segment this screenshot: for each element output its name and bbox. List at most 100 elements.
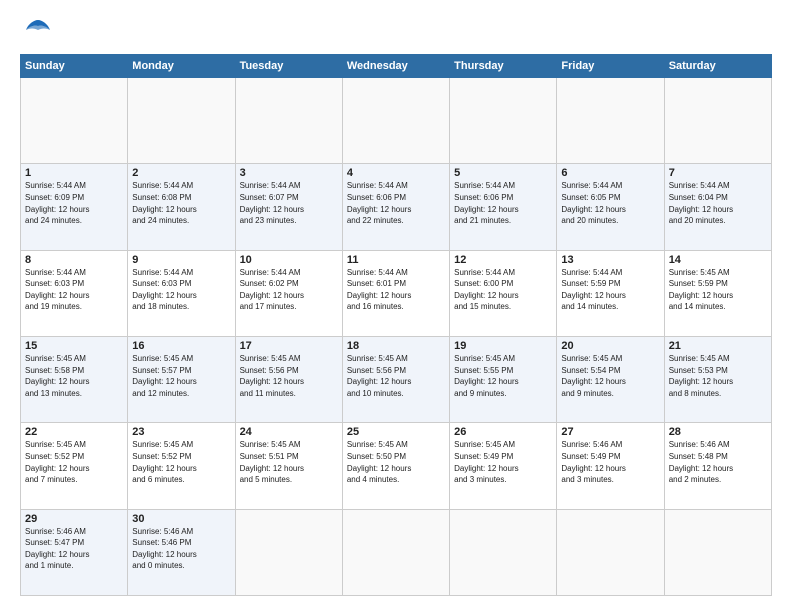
day-info: Sunrise: 5:44 AM Sunset: 6:08 PM Dayligh… xyxy=(132,180,230,226)
table-row: 10Sunrise: 5:44 AM Sunset: 6:02 PM Dayli… xyxy=(235,250,342,336)
day-number: 26 xyxy=(454,426,552,438)
table-row xyxy=(235,78,342,164)
logo xyxy=(20,16,52,44)
calendar-week-row xyxy=(21,78,772,164)
table-row: 25Sunrise: 5:45 AM Sunset: 5:50 PM Dayli… xyxy=(342,423,449,509)
day-number: 29 xyxy=(25,513,123,525)
table-row: 15Sunrise: 5:45 AM Sunset: 5:58 PM Dayli… xyxy=(21,336,128,422)
table-row: 8Sunrise: 5:44 AM Sunset: 6:03 PM Daylig… xyxy=(21,250,128,336)
table-row: 5Sunrise: 5:44 AM Sunset: 6:06 PM Daylig… xyxy=(450,164,557,250)
day-number: 3 xyxy=(240,167,338,179)
col-monday: Monday xyxy=(128,55,235,78)
day-number: 1 xyxy=(25,167,123,179)
col-wednesday: Wednesday xyxy=(342,55,449,78)
day-info: Sunrise: 5:44 AM Sunset: 6:04 PM Dayligh… xyxy=(669,180,767,226)
table-row: 16Sunrise: 5:45 AM Sunset: 5:57 PM Dayli… xyxy=(128,336,235,422)
table-row xyxy=(450,509,557,595)
table-row: 23Sunrise: 5:45 AM Sunset: 5:52 PM Dayli… xyxy=(128,423,235,509)
calendar-header-row: Sunday Monday Tuesday Wednesday Thursday… xyxy=(21,55,772,78)
calendar-week-row: 8Sunrise: 5:44 AM Sunset: 6:03 PM Daylig… xyxy=(21,250,772,336)
table-row: 30Sunrise: 5:46 AM Sunset: 5:46 PM Dayli… xyxy=(128,509,235,595)
day-number: 10 xyxy=(240,254,338,266)
day-info: Sunrise: 5:45 AM Sunset: 5:49 PM Dayligh… xyxy=(454,439,552,485)
day-number: 25 xyxy=(347,426,445,438)
table-row: 9Sunrise: 5:44 AM Sunset: 6:03 PM Daylig… xyxy=(128,250,235,336)
table-row xyxy=(664,509,771,595)
col-tuesday: Tuesday xyxy=(235,55,342,78)
col-friday: Friday xyxy=(557,55,664,78)
table-row xyxy=(557,509,664,595)
table-row: 2Sunrise: 5:44 AM Sunset: 6:08 PM Daylig… xyxy=(128,164,235,250)
table-row: 26Sunrise: 5:45 AM Sunset: 5:49 PM Dayli… xyxy=(450,423,557,509)
day-info: Sunrise: 5:46 AM Sunset: 5:46 PM Dayligh… xyxy=(132,526,230,572)
table-row: 19Sunrise: 5:45 AM Sunset: 5:55 PM Dayli… xyxy=(450,336,557,422)
day-info: Sunrise: 5:45 AM Sunset: 5:51 PM Dayligh… xyxy=(240,439,338,485)
page: Sunday Monday Tuesday Wednesday Thursday… xyxy=(0,0,792,612)
calendar-week-row: 15Sunrise: 5:45 AM Sunset: 5:58 PM Dayli… xyxy=(21,336,772,422)
day-number: 7 xyxy=(669,167,767,179)
day-number: 24 xyxy=(240,426,338,438)
day-info: Sunrise: 5:44 AM Sunset: 6:06 PM Dayligh… xyxy=(454,180,552,226)
day-number: 18 xyxy=(347,340,445,352)
day-number: 11 xyxy=(347,254,445,266)
day-info: Sunrise: 5:44 AM Sunset: 6:03 PM Dayligh… xyxy=(25,267,123,313)
day-info: Sunrise: 5:44 AM Sunset: 6:06 PM Dayligh… xyxy=(347,180,445,226)
day-info: Sunrise: 5:45 AM Sunset: 5:56 PM Dayligh… xyxy=(240,353,338,399)
table-row xyxy=(557,78,664,164)
day-info: Sunrise: 5:44 AM Sunset: 6:00 PM Dayligh… xyxy=(454,267,552,313)
table-row: 14Sunrise: 5:45 AM Sunset: 5:59 PM Dayli… xyxy=(664,250,771,336)
day-number: 30 xyxy=(132,513,230,525)
day-number: 19 xyxy=(454,340,552,352)
table-row: 27Sunrise: 5:46 AM Sunset: 5:49 PM Dayli… xyxy=(557,423,664,509)
day-number: 20 xyxy=(561,340,659,352)
table-row: 20Sunrise: 5:45 AM Sunset: 5:54 PM Dayli… xyxy=(557,336,664,422)
calendar-week-row: 22Sunrise: 5:45 AM Sunset: 5:52 PM Dayli… xyxy=(21,423,772,509)
day-number: 5 xyxy=(454,167,552,179)
day-number: 4 xyxy=(347,167,445,179)
day-number: 14 xyxy=(669,254,767,266)
day-number: 9 xyxy=(132,254,230,266)
day-info: Sunrise: 5:44 AM Sunset: 5:59 PM Dayligh… xyxy=(561,267,659,313)
table-row: 3Sunrise: 5:44 AM Sunset: 6:07 PM Daylig… xyxy=(235,164,342,250)
table-row: 28Sunrise: 5:46 AM Sunset: 5:48 PM Dayli… xyxy=(664,423,771,509)
table-row xyxy=(450,78,557,164)
table-row: 6Sunrise: 5:44 AM Sunset: 6:05 PM Daylig… xyxy=(557,164,664,250)
col-sunday: Sunday xyxy=(21,55,128,78)
day-info: Sunrise: 5:45 AM Sunset: 5:58 PM Dayligh… xyxy=(25,353,123,399)
table-row xyxy=(664,78,771,164)
bird-icon xyxy=(24,16,52,44)
day-info: Sunrise: 5:44 AM Sunset: 6:02 PM Dayligh… xyxy=(240,267,338,313)
day-info: Sunrise: 5:44 AM Sunset: 6:07 PM Dayligh… xyxy=(240,180,338,226)
day-number: 8 xyxy=(25,254,123,266)
day-number: 21 xyxy=(669,340,767,352)
table-row: 29Sunrise: 5:46 AM Sunset: 5:47 PM Dayli… xyxy=(21,509,128,595)
table-row: 7Sunrise: 5:44 AM Sunset: 6:04 PM Daylig… xyxy=(664,164,771,250)
day-number: 2 xyxy=(132,167,230,179)
day-info: Sunrise: 5:45 AM Sunset: 5:59 PM Dayligh… xyxy=(669,267,767,313)
day-info: Sunrise: 5:45 AM Sunset: 5:53 PM Dayligh… xyxy=(669,353,767,399)
day-number: 12 xyxy=(454,254,552,266)
table-row: 13Sunrise: 5:44 AM Sunset: 5:59 PM Dayli… xyxy=(557,250,664,336)
day-number: 22 xyxy=(25,426,123,438)
table-row: 1Sunrise: 5:44 AM Sunset: 6:09 PM Daylig… xyxy=(21,164,128,250)
table-row xyxy=(128,78,235,164)
col-saturday: Saturday xyxy=(664,55,771,78)
day-number: 27 xyxy=(561,426,659,438)
day-info: Sunrise: 5:45 AM Sunset: 5:54 PM Dayligh… xyxy=(561,353,659,399)
day-info: Sunrise: 5:44 AM Sunset: 6:09 PM Dayligh… xyxy=(25,180,123,226)
table-row: 22Sunrise: 5:45 AM Sunset: 5:52 PM Dayli… xyxy=(21,423,128,509)
col-thursday: Thursday xyxy=(450,55,557,78)
day-info: Sunrise: 5:45 AM Sunset: 5:52 PM Dayligh… xyxy=(25,439,123,485)
day-number: 16 xyxy=(132,340,230,352)
table-row: 17Sunrise: 5:45 AM Sunset: 5:56 PM Dayli… xyxy=(235,336,342,422)
day-number: 6 xyxy=(561,167,659,179)
table-row xyxy=(342,78,449,164)
day-info: Sunrise: 5:45 AM Sunset: 5:50 PM Dayligh… xyxy=(347,439,445,485)
day-info: Sunrise: 5:46 AM Sunset: 5:48 PM Dayligh… xyxy=(669,439,767,485)
table-row: 4Sunrise: 5:44 AM Sunset: 6:06 PM Daylig… xyxy=(342,164,449,250)
table-row xyxy=(342,509,449,595)
day-info: Sunrise: 5:46 AM Sunset: 5:47 PM Dayligh… xyxy=(25,526,123,572)
day-info: Sunrise: 5:45 AM Sunset: 5:52 PM Dayligh… xyxy=(132,439,230,485)
day-info: Sunrise: 5:44 AM Sunset: 6:03 PM Dayligh… xyxy=(132,267,230,313)
table-row: 12Sunrise: 5:44 AM Sunset: 6:00 PM Dayli… xyxy=(450,250,557,336)
